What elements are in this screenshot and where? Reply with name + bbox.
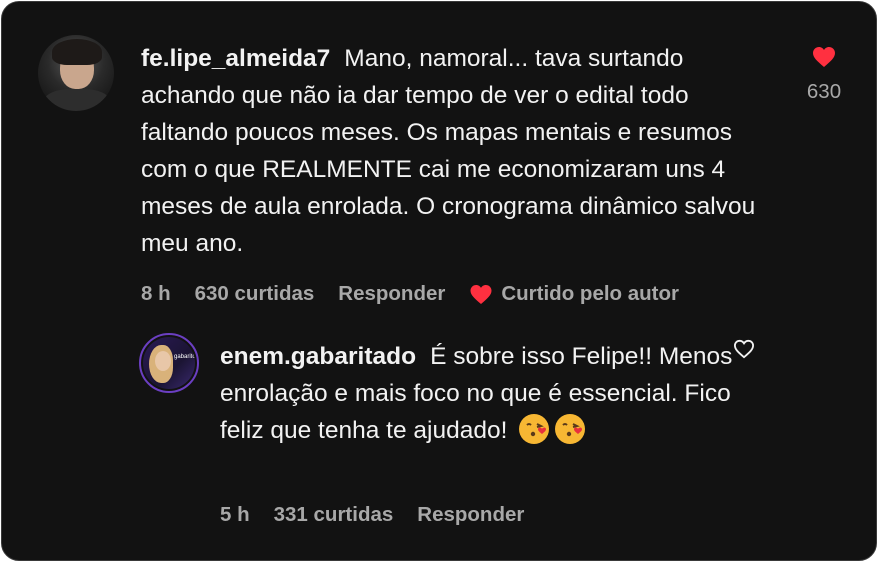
avatar-logo: gabarito bbox=[174, 354, 195, 360]
liked-by-author-label: Curtido pelo autor bbox=[501, 282, 680, 305]
reply-username[interactable]: enem.gabaritado bbox=[220, 343, 416, 370]
commenter-avatar[interactable] bbox=[38, 35, 114, 111]
reply-avatar[interactable]: gabarito bbox=[143, 337, 195, 389]
comment-thread: fe.lipe_almeida7 Mano, namoral... tava su… bbox=[1, 1, 877, 561]
reply-time: 5 h bbox=[220, 503, 250, 526]
comment-reply-button[interactable]: Responder bbox=[338, 282, 445, 306]
heart-filled-icon[interactable] bbox=[812, 46, 836, 68]
reply-meta: 5 h 331 curtidas Responder bbox=[220, 503, 548, 527]
heart-filled-icon bbox=[470, 284, 492, 304]
comment-like-count: 630 bbox=[806, 80, 842, 103]
face-blowing-kiss-icon bbox=[519, 414, 550, 444]
face-blowing-kiss-icon bbox=[555, 414, 586, 444]
comment-likes-link[interactable]: 630 curtidas bbox=[195, 282, 315, 306]
avatar-face bbox=[155, 351, 171, 371]
comment-meta: 8 h 630 curtidas Responder Curtido pelo … bbox=[141, 282, 679, 306]
reply-likes-link[interactable]: 331 curtidas bbox=[274, 503, 394, 527]
comment-body: fe.lipe_almeida7 Mano, namoral... tava su… bbox=[141, 40, 761, 262]
avatar-shirt bbox=[44, 89, 110, 111]
commenter-username[interactable]: fe.lipe_almeida7 bbox=[141, 45, 330, 72]
comment-time: 8 h bbox=[141, 282, 171, 305]
comment-text: Mano, namoral... tava surtando achando q… bbox=[141, 45, 756, 257]
avatar-hair bbox=[52, 39, 102, 65]
reply-body: enem.gabaritado É sobre isso Felipe!! Men… bbox=[220, 338, 740, 449]
liked-by-author-badge: Curtido pelo autor bbox=[469, 282, 679, 306]
reply-reply-button[interactable]: Responder bbox=[417, 503, 524, 527]
heart-outline-icon[interactable] bbox=[733, 339, 755, 359]
